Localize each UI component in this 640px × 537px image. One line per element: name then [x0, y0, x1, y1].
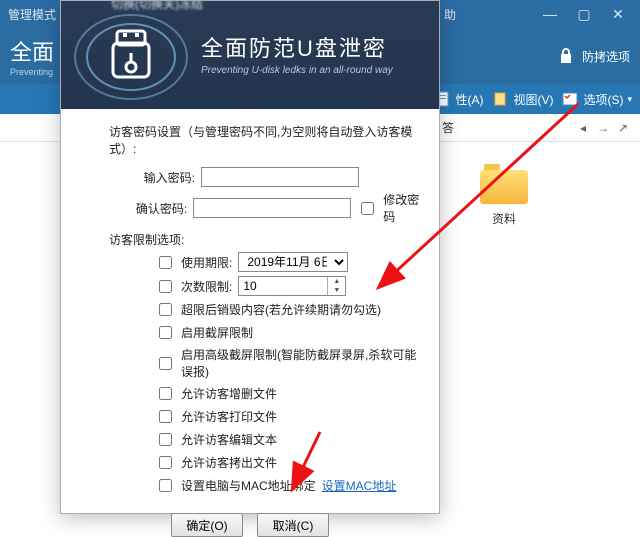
- password-input[interactable]: [201, 167, 359, 187]
- copy-protect-label: 防拷选项: [582, 48, 630, 65]
- use-until-label: 使用期限:: [181, 254, 232, 271]
- allow-edit-checkbox[interactable]: [159, 433, 172, 446]
- folder-icon: [480, 164, 528, 204]
- over-destroy-label: 超限后销毁内容(若允许续期请勿勾选): [181, 301, 381, 318]
- folder-item[interactable]: 资料: [480, 164, 528, 227]
- section-limit-title: 访客限制选项:: [109, 231, 425, 248]
- guest-settings-dialog: 切换(切换关)冻结 全面防范U盘泄密 Preventing U-disk led…: [60, 0, 440, 514]
- page-icon: [491, 90, 509, 108]
- allow-edit-label: 允许访客编辑文本: [181, 431, 277, 448]
- cap-limit-checkbox[interactable]: [159, 326, 172, 339]
- allow-copyout-label: 允许访客拷出文件: [181, 454, 277, 471]
- lock-icon: [556, 46, 576, 66]
- allow-print-checkbox[interactable]: [159, 410, 172, 423]
- over-destroy-checkbox[interactable]: [159, 303, 172, 316]
- mac-link[interactable]: 设置MAC地址: [322, 477, 397, 494]
- nav-fwd-icon[interactable]: →: [596, 121, 610, 135]
- change-password-checkbox[interactable]: [361, 202, 374, 215]
- allow-add-del-checkbox[interactable]: [159, 387, 172, 400]
- use-until-checkbox[interactable]: [159, 256, 172, 269]
- pwd-label: 输入密码:: [135, 169, 195, 186]
- mac-bind-checkbox[interactable]: [159, 479, 172, 492]
- nav-back-icon[interactable]: ◂: [576, 121, 590, 135]
- allow-add-del-label: 允许访客增删文件: [181, 385, 277, 402]
- brand-en: Preventing: [10, 67, 54, 77]
- count-limit-spinner[interactable]: ▲▼: [238, 276, 346, 296]
- cap-limit-label: 启用截屏限制: [181, 324, 253, 341]
- allow-copyout-checkbox[interactable]: [159, 456, 172, 469]
- stray-char: 答: [442, 119, 454, 136]
- mac-bind-label: 设置电脑与MAC地址绑定: [181, 477, 316, 494]
- spin-down-icon[interactable]: ▼: [328, 286, 345, 295]
- allow-print-label: 允许访客打印文件: [181, 408, 277, 425]
- dialog-banner: 切换(切换关)冻结 全面防范U盘泄密 Preventing U-disk led…: [61, 1, 439, 109]
- toolbar-options[interactable]: 选项(S) ▾: [561, 90, 632, 108]
- copy-protect-button[interactable]: 防拷选项: [556, 46, 630, 66]
- count-limit-value[interactable]: [239, 279, 327, 293]
- count-limit-label: 次数限制:: [181, 278, 232, 295]
- toolbar-view[interactable]: 视图(V): [491, 90, 553, 108]
- usb-shield-icon: [71, 11, 191, 103]
- help-fragment: 助: [444, 6, 456, 23]
- dropdown-icon: ▾: [627, 94, 632, 105]
- ok-button[interactable]: 确定(O): [171, 513, 243, 537]
- cancel-button[interactable]: 取消(C): [257, 513, 329, 537]
- banner-cn: 全面防范U盘泄密: [201, 31, 393, 63]
- spin-up-icon[interactable]: ▲: [328, 277, 345, 286]
- checklist-icon: [561, 90, 579, 108]
- adv-cap-label: 启用高级截屏限制(智能防截屏录屏,杀软可能误报): [181, 346, 425, 380]
- nav-up-icon[interactable]: ↗: [616, 121, 630, 135]
- minimize-button[interactable]: ―: [536, 4, 564, 24]
- toolbar-attributes[interactable]: 性(A): [433, 90, 483, 108]
- brand-cn: 全面: [10, 35, 54, 67]
- section-password-title: 访客密码设置（与管理密码不同,为空则将自动登入访客模式）:: [109, 123, 425, 157]
- change-password-label: 修改密码: [383, 191, 425, 225]
- banner-en: Preventing U-disk ledks in an all-round …: [201, 65, 393, 76]
- pwd2-label: 确认密码:: [135, 200, 187, 217]
- count-limit-checkbox[interactable]: [159, 280, 172, 293]
- password-confirm-input[interactable]: [193, 198, 351, 218]
- maximize-button[interactable]: ▢: [570, 4, 598, 24]
- adv-cap-checkbox[interactable]: [159, 357, 172, 370]
- close-button[interactable]: ✕: [604, 4, 632, 24]
- folder-label: 资料: [480, 210, 528, 227]
- use-until-date[interactable]: 2019年11月 6日: [238, 252, 348, 272]
